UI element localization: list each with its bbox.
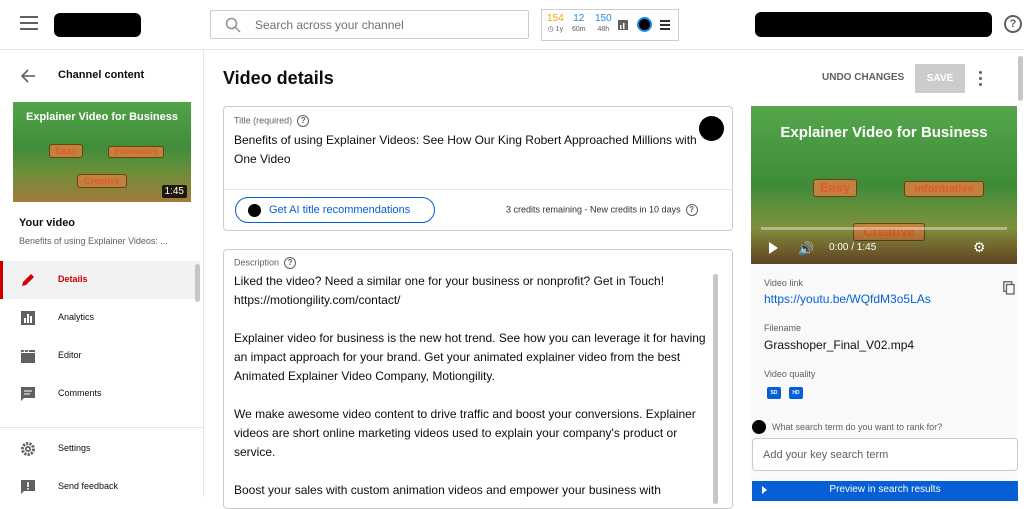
help-circle-icon[interactable]: ? [284,257,297,269]
search-input[interactable]: Search across your channel [255,18,404,32]
stat-60m: 12 60m [572,13,586,33]
sidebar-item-analytics[interactable]: Analytics [0,299,200,337]
keyword-logo-icon [752,420,766,434]
video-quality-label: Video quality [764,369,816,379]
settings-gear-icon[interactable]: ⚙ [973,239,986,256]
filename-label: Filename [764,323,802,333]
comment-icon [21,387,35,401]
sidebar-item-details[interactable]: Details [0,261,200,299]
keyword-label: What search term do you want to rank for… [772,422,943,432]
save-button[interactable]: SAVE [915,64,965,93]
title-input[interactable]: Benefits of using Explainer Videos: See … [234,131,704,169]
time-display: 0:00 / 1:45 [829,242,877,253]
list-icon[interactable] [660,20,670,30]
credits-text: 3 credits remaining - New credits in 10 … [506,204,698,216]
channel-logo-redacted[interactable] [54,13,141,37]
back-arrow-icon[interactable] [20,68,36,84]
pencil-icon [22,274,34,286]
sidebar-title: Channel content [58,69,145,81]
sign-informative: Informative [904,181,984,197]
sidebar-item-settings[interactable]: Settings [0,430,200,468]
ai-recommendations-row: Get AI title recommendations 3 credits r… [223,189,733,231]
sign-easy: Easy [813,179,857,197]
feedback-icon [21,480,35,494]
player-controls: 🔊 0:00 / 1:45 ⚙ [751,228,1017,264]
hd-badge: HD [789,387,803,399]
play-icon[interactable] [769,242,778,254]
thumbnail-title: Explainer Video for Business [25,111,178,123]
volume-icon[interactable]: 🔊 [798,241,814,257]
clapper-icon [21,349,35,363]
title-field-label: Title (required)? [234,115,310,127]
sidebar-scrollbar[interactable] [195,264,200,302]
video-subtitle: Benefits of using Explainer Videos: ... [19,236,168,246]
sidebar-divider [0,427,203,428]
stat-1y: 154 ◷ 1y [547,13,564,33]
player-title: Explainer Video for Business [780,124,988,141]
description-field[interactable]: Description? Liked the video? Need a sim… [223,249,733,509]
preview-icon [762,486,770,494]
sign-informative: Informative [108,146,164,158]
description-scrollbar[interactable] [713,274,718,504]
logo-icon [637,17,652,32]
duration-badge: 1:45 [161,185,187,198]
undo-changes-button[interactable]: UNDO CHANGES [822,72,904,83]
ai-title-button[interactable]: Get AI title recommendations [235,197,435,223]
sidebar-item-comments[interactable]: Comments [0,375,200,413]
stat-48h: 150 48h [595,13,612,33]
video-link[interactable]: https://youtu.be/WQfdM3o5LAs [764,292,931,306]
description-input[interactable]: Liked the video? Need a similar one for … [234,272,709,500]
more-options-icon[interactable] [979,71,983,86]
menu-icon[interactable] [20,16,38,30]
keyword-input[interactable]: Add your key search term [752,438,1018,471]
ai-logo-icon [248,204,261,217]
sign-creative: Creative [77,174,127,188]
description-label: Description? [234,257,297,269]
top-bar: Search across your channel 154 ◷ 1y 12 60m… [0,0,1024,50]
sd-badge: SD [767,387,781,399]
search-icon [225,17,241,33]
help-circle-icon[interactable]: ? [685,204,698,216]
filename-value: Grasshoper_Final_V02.mp4 [764,338,915,352]
analytics-icon [21,311,35,325]
page-scrollbar[interactable] [1018,56,1023,101]
video-player[interactable]: Explainer Video for Business Easy Inform… [751,106,1017,264]
search-box[interactable]: Search across your channel [210,10,529,39]
video-link-label: Video link [764,278,803,288]
copy-icon[interactable] [1003,281,1015,295]
avatar-redacted [699,116,724,141]
sidebar-item-feedback[interactable]: Send feedback [0,468,200,506]
gear-icon [21,442,35,456]
video-thumbnail[interactable]: Explainer Video for Business Easy Inform… [13,102,191,202]
account-redacted[interactable] [755,12,992,37]
preview-search-button[interactable]: Preview in search results [752,481,1018,501]
sidebar: Channel content Explainer Video for Busi… [0,50,204,497]
help-circle-icon[interactable]: ? [297,115,310,127]
bar-chart-icon [618,20,628,30]
page-title: Video details [223,68,334,88]
your-video-label: Your video [19,217,76,229]
help-icon[interactable]: ? [1004,15,1022,33]
stats-widget[interactable]: 154 ◷ 1y 12 60m 150 48h [541,9,679,41]
sidebar-item-editor[interactable]: Editor [0,337,200,375]
title-field[interactable]: Title (required)? Benefits of using Expl… [223,106,733,190]
sign-easy: Easy [49,144,83,158]
